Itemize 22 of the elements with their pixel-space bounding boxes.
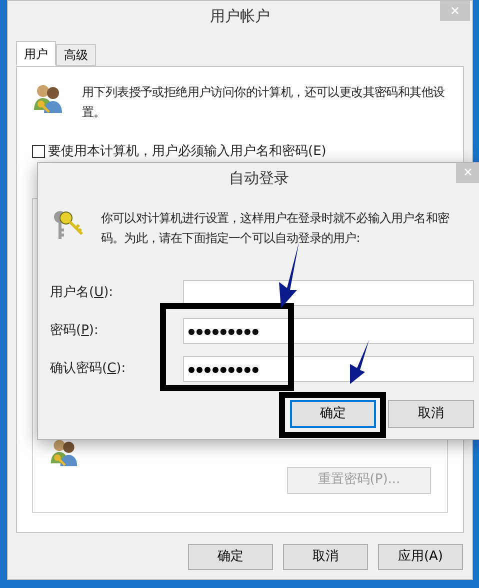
tab[interactable]: 高级	[56, 44, 96, 66]
dialog-button[interactable]: 确定	[290, 400, 376, 428]
dialog-button[interactable]: 取消	[388, 400, 474, 428]
text-field[interactable]: ●●●●●●●●●	[183, 318, 474, 344]
dialog-button[interactable]: 应用(A)	[378, 544, 463, 570]
checkbox[interactable]	[32, 145, 45, 158]
keys-icon	[51, 208, 85, 242]
checkbox-label: 要使用本计算机，用户必须输入用户名和密码(E)	[48, 143, 326, 161]
text-field[interactable]: ●●●●●●●●●	[183, 356, 474, 382]
tab[interactable]: 用户	[16, 41, 56, 66]
window-title: 用户帐户	[210, 6, 270, 27]
dialog-button[interactable]: 取消	[283, 544, 368, 570]
field-label: 确认密码(C):	[50, 360, 127, 378]
users-icon	[32, 82, 64, 114]
dialog-button[interactable]: 确定	[188, 544, 273, 570]
intro-text: 用下列表授予或拒绝用户访问你的计算机，还可以更改其密码和其他设置。	[82, 84, 446, 121]
field-label: 密码(P):	[50, 322, 100, 340]
field-label: 用户名(U):	[50, 284, 114, 302]
text-field[interactable]	[183, 280, 474, 306]
dialog-description: 你可以对计算机进行设置，这样用户在登录时就不必输入用户名和密码。为此，请在下面指定一个可以自动登录的用户:	[101, 210, 450, 247]
arrow-drawing	[347, 340, 371, 384]
dialog-title: 自动登录	[229, 168, 289, 189]
